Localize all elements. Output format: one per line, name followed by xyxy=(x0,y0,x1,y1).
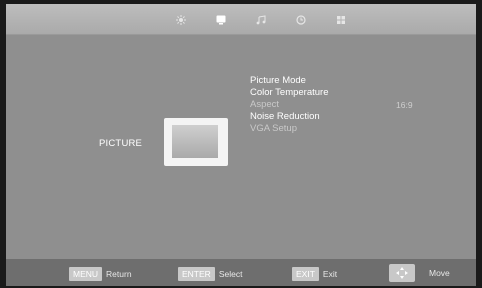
dpad-glyph xyxy=(396,267,408,279)
tab-sun[interactable] xyxy=(161,12,201,28)
picture-menu: Picture Mode Color Temperature Aspect 16… xyxy=(250,75,413,135)
dpad-icon[interactable] xyxy=(389,264,415,282)
tab-picture[interactable] xyxy=(201,12,241,28)
tab-setup[interactable] xyxy=(321,12,361,28)
hint-exit[interactable]: EXIT Exit xyxy=(292,267,337,281)
hint-enter[interactable]: ENTER Select xyxy=(178,267,242,281)
key-hint-bar: MENU Return ENTER Select EXIT Exit Move xyxy=(6,259,476,286)
sun-icon xyxy=(176,15,186,25)
clock-icon xyxy=(296,15,306,25)
menu-item-label: Picture Mode xyxy=(250,75,306,86)
music-note-icon xyxy=(256,15,266,25)
picture-frame-icon xyxy=(164,118,228,166)
hint-menu[interactable]: MENU Return xyxy=(69,267,132,281)
menu-item-label: VGA Setup xyxy=(250,123,298,134)
menu-item-label: Aspect xyxy=(250,99,280,110)
tab-time[interactable] xyxy=(281,12,321,28)
picture-frame-inner xyxy=(172,125,218,158)
move-hint-text: Move xyxy=(429,268,450,278)
exit-hint-text: Exit xyxy=(322,269,338,279)
menu-item-color-temperature[interactable]: Color Temperature xyxy=(250,87,329,99)
monitor-icon xyxy=(216,15,226,25)
exit-key[interactable]: EXIT xyxy=(292,267,319,281)
menu-item-label: Color Temperature xyxy=(250,87,329,98)
tab-sound[interactable] xyxy=(241,12,281,28)
hint-move[interactable]: Move xyxy=(389,264,450,282)
osd-screen: PICTURE Picture Mode Color Temperature A… xyxy=(6,4,476,286)
section-title: PICTURE xyxy=(99,138,143,149)
menu-key[interactable]: MENU xyxy=(69,267,103,281)
menu-hint-text: Return xyxy=(106,269,132,279)
top-tab-icons xyxy=(161,12,361,28)
menu-item-vga-setup: VGA Setup xyxy=(250,123,329,135)
enter-hint-text: Select xyxy=(218,269,243,279)
aspect-value: 16:9 xyxy=(396,100,413,110)
menu-item-label: Noise Reduction xyxy=(250,111,320,122)
menu-item-aspect: Aspect 16:9 xyxy=(250,99,413,111)
menu-item-picture-mode[interactable]: Picture Mode xyxy=(250,75,329,87)
top-tab-bar xyxy=(6,4,476,35)
menu-item-noise-reduction[interactable]: Noise Reduction xyxy=(250,111,329,123)
grid-icon xyxy=(337,16,345,24)
enter-key[interactable]: ENTER xyxy=(178,267,215,281)
